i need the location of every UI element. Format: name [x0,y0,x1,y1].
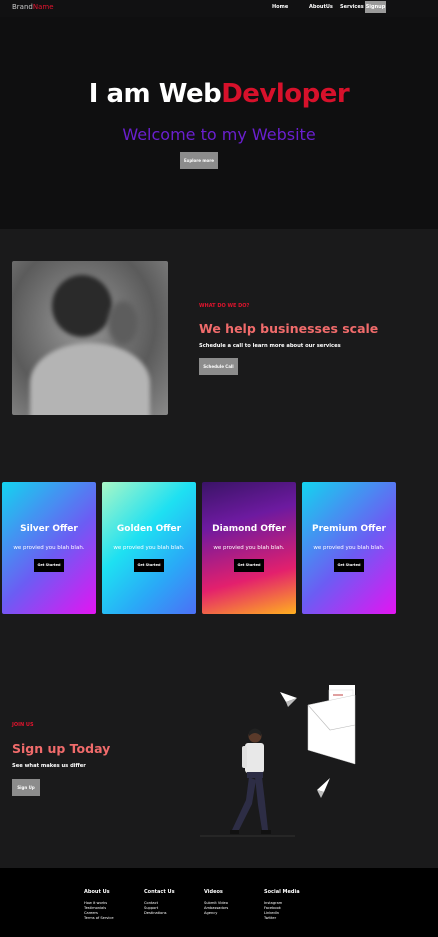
hero-subtitle: Welcome to my Website [122,125,316,144]
brand-part2: Name [32,3,54,11]
offer-title: Golden Offer [116,524,182,534]
offer-title: Silver Offer [20,524,78,534]
footer-link[interactable]: Agency [204,911,228,916]
about-eyebrow: WHAT DO WE DO? [199,303,250,309]
footer-column-contact: Contact Us Contact Support Destinations [144,889,175,916]
footer-column-social: Social Media Instagram Facebook LinkedIn… [264,889,300,921]
footer-column-title: Contact Us [144,889,175,895]
about-text: Schedule a call to learn more about our … [199,343,341,349]
footer: About Us How it works Testimonials Caree… [0,868,438,937]
schedule-call-button[interactable]: Schedule Call [199,358,238,375]
profile-photo [12,261,168,415]
offer-title: Premium Offer [311,524,386,534]
about-heading: We help businesses scale [199,321,379,336]
offer-text: we provied you blah blah. [313,545,385,551]
offer-text: we provied you blah blah. [13,545,85,551]
about-section: WHAT DO WE DO? We help businesses scale … [0,229,438,447]
explore-more-button[interactable]: Explore more [180,152,218,169]
nav-link-services[interactable]: Services [340,4,364,10]
offer-text: we provied you blah blah. [213,545,285,551]
offer-card-silver: Silver Offer we provied you blah blah. G… [2,482,96,614]
signup-text: See what makes us differ [12,763,86,769]
get-started-button[interactable]: Get Started [234,559,264,572]
hero-section: I am WebDevloper Welcome to my Website E… [0,17,438,229]
offer-text: we provied you blah blah. [113,545,185,551]
nav-link-aboutus[interactable]: AboutUs [309,4,333,10]
footer-column-title: About Us [84,889,110,895]
get-started-button[interactable]: Get Started [334,559,364,572]
footer-link[interactable]: Terms of Service [84,916,114,921]
brand-logo[interactable]: BrandName [12,3,54,11]
signup-button[interactable]: Sign Up [12,779,40,796]
person-with-envelope-illustration [200,685,356,837]
signup-heading: Sign up Today [12,741,111,756]
navbar: BrandName Home AboutUs Services Signup [0,0,438,18]
footer-column-title: Videos [204,889,223,895]
offer-card-golden: Golden Offer we provied you blah blah. G… [102,482,196,614]
hero-title-part2: Devloper [221,79,350,109]
offer-title: Diamond Offer [212,524,286,534]
footer-link[interactable]: Destinations [144,911,175,916]
join-eyebrow: JOIN US [12,722,34,728]
offer-card-premium: Premium Offer we provied you blah blah. … [302,482,396,614]
footer-column-videos: Videos Submit Video Ambassadors Agency [204,889,228,916]
nav-link-home[interactable]: Home [272,4,289,18]
hero-title-part1: I am Web [88,79,222,109]
footer-column-title: Social Media [264,889,300,895]
brand-part1: Brand [12,3,33,11]
footer-column-about: About Us How it works Testimonials Caree… [84,889,114,921]
nav-signup-button[interactable]: Signup [365,1,386,13]
get-started-button[interactable]: Get Started [34,559,64,572]
get-started-button[interactable]: Get Started [134,559,164,572]
footer-link[interactable]: Twitter [264,916,300,921]
hero-title: I am WebDevloper [0,79,438,109]
offer-card-diamond: Diamond Offer we provied you blah blah. … [202,482,296,614]
